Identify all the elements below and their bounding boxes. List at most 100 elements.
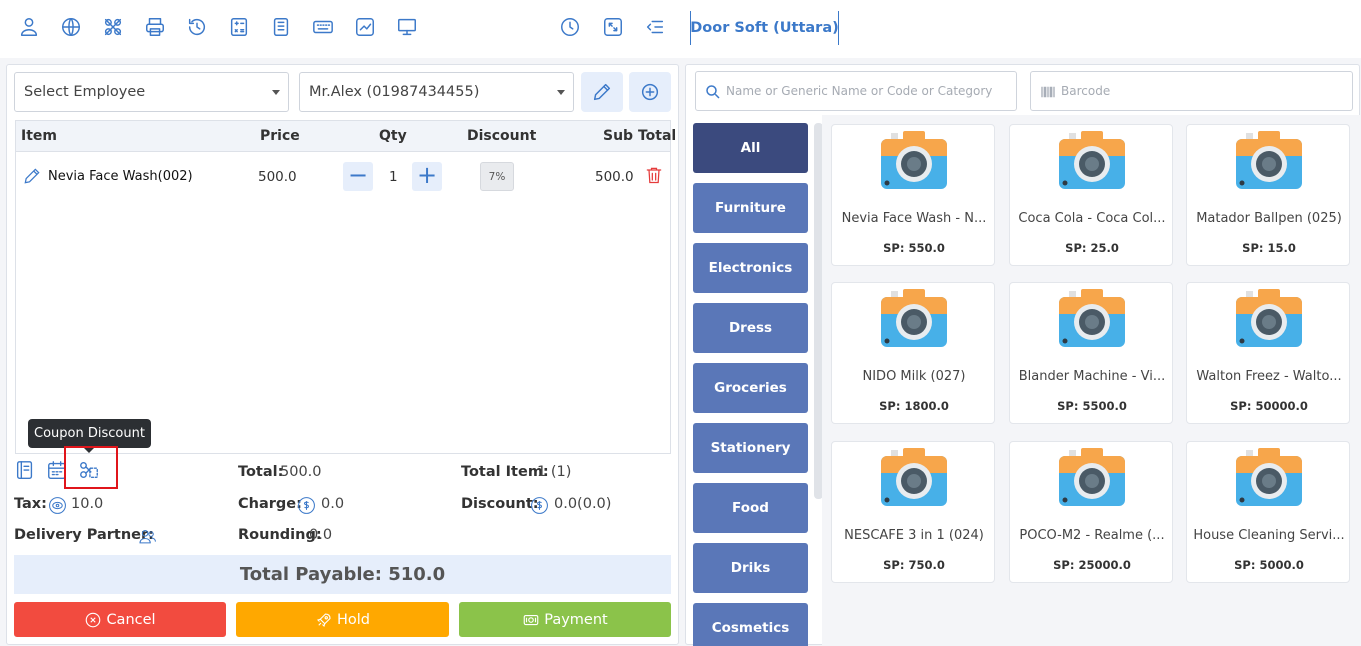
edit-item-icon[interactable]	[22, 166, 44, 188]
clock-icon[interactable]	[557, 14, 583, 40]
category-label: Cosmetics	[711, 620, 790, 636]
trash-icon[interactable]	[644, 164, 666, 188]
coupon-discount-tooltip: Coupon Discount	[28, 419, 151, 453]
category-dress[interactable]: Dress	[693, 303, 808, 353]
product-card[interactable]: Nevia Face Wash - N... SP: 550.0	[831, 124, 995, 266]
note-icon[interactable]	[14, 459, 38, 483]
menu-collapse-icon[interactable]	[642, 14, 668, 40]
product-card[interactable]: POCO-M2 - Realme (... SP: 25000.0	[1009, 441, 1173, 583]
search-placeholder: Name or Generic Name or Code or Category	[726, 84, 993, 98]
product-price: SP: 1800.0	[879, 399, 949, 413]
chart-icon[interactable]	[352, 14, 378, 40]
user-icon[interactable]	[16, 14, 42, 40]
customer-select-value: Mr.Alex (01987434455)	[309, 84, 480, 100]
edit-customer-button[interactable]	[581, 72, 623, 112]
users-icon[interactable]	[137, 527, 159, 546]
add-customer-button[interactable]	[629, 72, 671, 112]
printer-icon[interactable]	[142, 14, 168, 40]
filter-most-selling-button[interactable]: Most Selling	[1192, 12, 1286, 44]
notebook-icon[interactable]	[268, 14, 294, 40]
tooltip-text: Coupon Discount	[34, 426, 145, 441]
product-card[interactable]: NESCAFE 3 in 1 (024) SP: 750.0	[831, 441, 995, 583]
cart-table-header: Item Price Qty Discount Sub Total	[16, 121, 676, 152]
product-price: SP: 15.0	[1242, 241, 1296, 255]
filter-all-button[interactable]: All	[1078, 12, 1114, 44]
keyboard-icon[interactable]	[310, 14, 336, 40]
product-price: SP: 550.0	[883, 241, 945, 255]
barcode-placeholder: Barcode	[1061, 84, 1111, 98]
customer-select[interactable]: Mr.Alex (01987434455)	[299, 72, 574, 112]
category-electronics[interactable]: Electronics	[693, 243, 808, 293]
rounding-value: 0.0	[309, 527, 333, 543]
product-card[interactable]: Blander Machine - Vi... SP: 5500.0	[1009, 282, 1173, 424]
category-groceries[interactable]: Groceries	[693, 363, 808, 413]
payment-button[interactable]: Payment	[459, 602, 671, 637]
category-cosmetics[interactable]: Cosmetics	[693, 603, 808, 646]
filter-most-selling-label: Most Selling	[1198, 20, 1280, 36]
total-payable: Total Payable: 510.0	[14, 555, 671, 594]
calculator-icon[interactable]	[226, 14, 252, 40]
filter-brand-button[interactable]: Brand	[1124, 12, 1182, 44]
add-circle-icon	[641, 83, 659, 101]
highlight-box	[64, 446, 118, 489]
item-qty: 1	[389, 169, 398, 185]
camera-icon	[1236, 131, 1302, 189]
product-card[interactable]: Matador Ballpen (025) SP: 15.0	[1186, 124, 1350, 266]
item-name: Nevia Face Wash(002)	[48, 169, 193, 184]
total-label: Total:	[238, 464, 284, 480]
category-all[interactable]: All	[693, 123, 808, 173]
category-label: Food	[732, 500, 769, 516]
category-furniture[interactable]: Furniture	[693, 183, 808, 233]
table-row: Nevia Face Wash(002) 500.0 − 1 + 7% 500.…	[16, 152, 670, 202]
cancel-button[interactable]: Cancel	[14, 602, 226, 637]
column-discount: Discount	[467, 128, 537, 144]
camera-icon	[881, 131, 947, 189]
barcode-input[interactable]: Barcode	[1030, 71, 1353, 111]
category-stationery[interactable]: Stationery	[693, 423, 808, 473]
charge-value: 0.0	[321, 496, 345, 512]
product-name: POCO-M2 - Realme (...	[1019, 528, 1165, 543]
product-name: Walton Freez - Walto...	[1196, 369, 1342, 384]
eye-icon[interactable]	[48, 496, 67, 515]
discount-value: 0.0(0.0)	[554, 496, 612, 512]
category-driks[interactable]: Driks	[693, 543, 808, 593]
product-card[interactable]: Coca Cola - Coca Col... SP: 25.0	[1009, 124, 1173, 266]
product-card[interactable]: NIDO Milk (027) SP: 1800.0	[831, 282, 995, 424]
money-icon	[523, 614, 539, 625]
total-item-value: 1 (1)	[537, 464, 572, 480]
qty-increase-button[interactable]: +	[412, 162, 442, 191]
history-icon[interactable]	[184, 14, 210, 40]
rocket-icon	[316, 612, 331, 627]
cart-table: Item Price Qty Discount Sub Total Nevia …	[15, 120, 676, 454]
camera-icon	[1059, 448, 1125, 506]
product-search-input[interactable]: Name or Generic Name or Code or Category	[695, 71, 1017, 111]
hold-button[interactable]: Hold	[236, 602, 449, 637]
product-card[interactable]: Walton Freez - Walto... SP: 50000.0	[1186, 282, 1350, 424]
filter-brand-label: Brand	[1132, 20, 1174, 36]
product-name: Coca Cola - Coca Col...	[1018, 211, 1166, 226]
search-icon	[704, 83, 722, 101]
category-food[interactable]: Food	[693, 483, 808, 533]
column-subtotal: Sub Total	[603, 128, 677, 144]
top-toolbar: Door Soft (Uttara) All Brand Most Sellin…	[0, 0, 1361, 58]
dollar-icon[interactable]	[530, 496, 549, 515]
product-grid: Nevia Face Wash - N... SP: 550.0 Coca Co…	[822, 115, 1360, 645]
camera-icon	[881, 289, 947, 347]
filter-promo-button[interactable]: Promo	[1296, 12, 1358, 44]
globe-icon[interactable]	[58, 14, 84, 40]
fullscreen-icon[interactable]	[600, 14, 626, 40]
payment-label: Payment	[544, 611, 608, 628]
barcode-icon	[1039, 83, 1057, 101]
qty-decrease-button[interactable]: −	[343, 162, 373, 191]
dollar-icon[interactable]	[297, 496, 316, 515]
total-value: 500.0	[280, 464, 322, 480]
employee-select[interactable]: Select Employee	[14, 72, 289, 112]
product-price: SP: 25.0	[1065, 241, 1119, 255]
monitor-icon[interactable]	[394, 14, 420, 40]
item-discount-button[interactable]: 7%	[480, 162, 514, 191]
delivery-partner-label: Delivery Partner:	[14, 527, 154, 543]
item-price: 500.0	[258, 169, 297, 185]
puzzle-icon[interactable]	[100, 14, 126, 40]
category-list: All Furniture Electronics Dress Grocerie…	[693, 123, 823, 646]
product-card[interactable]: House Cleaning Servi... SP: 5000.0	[1186, 441, 1350, 583]
